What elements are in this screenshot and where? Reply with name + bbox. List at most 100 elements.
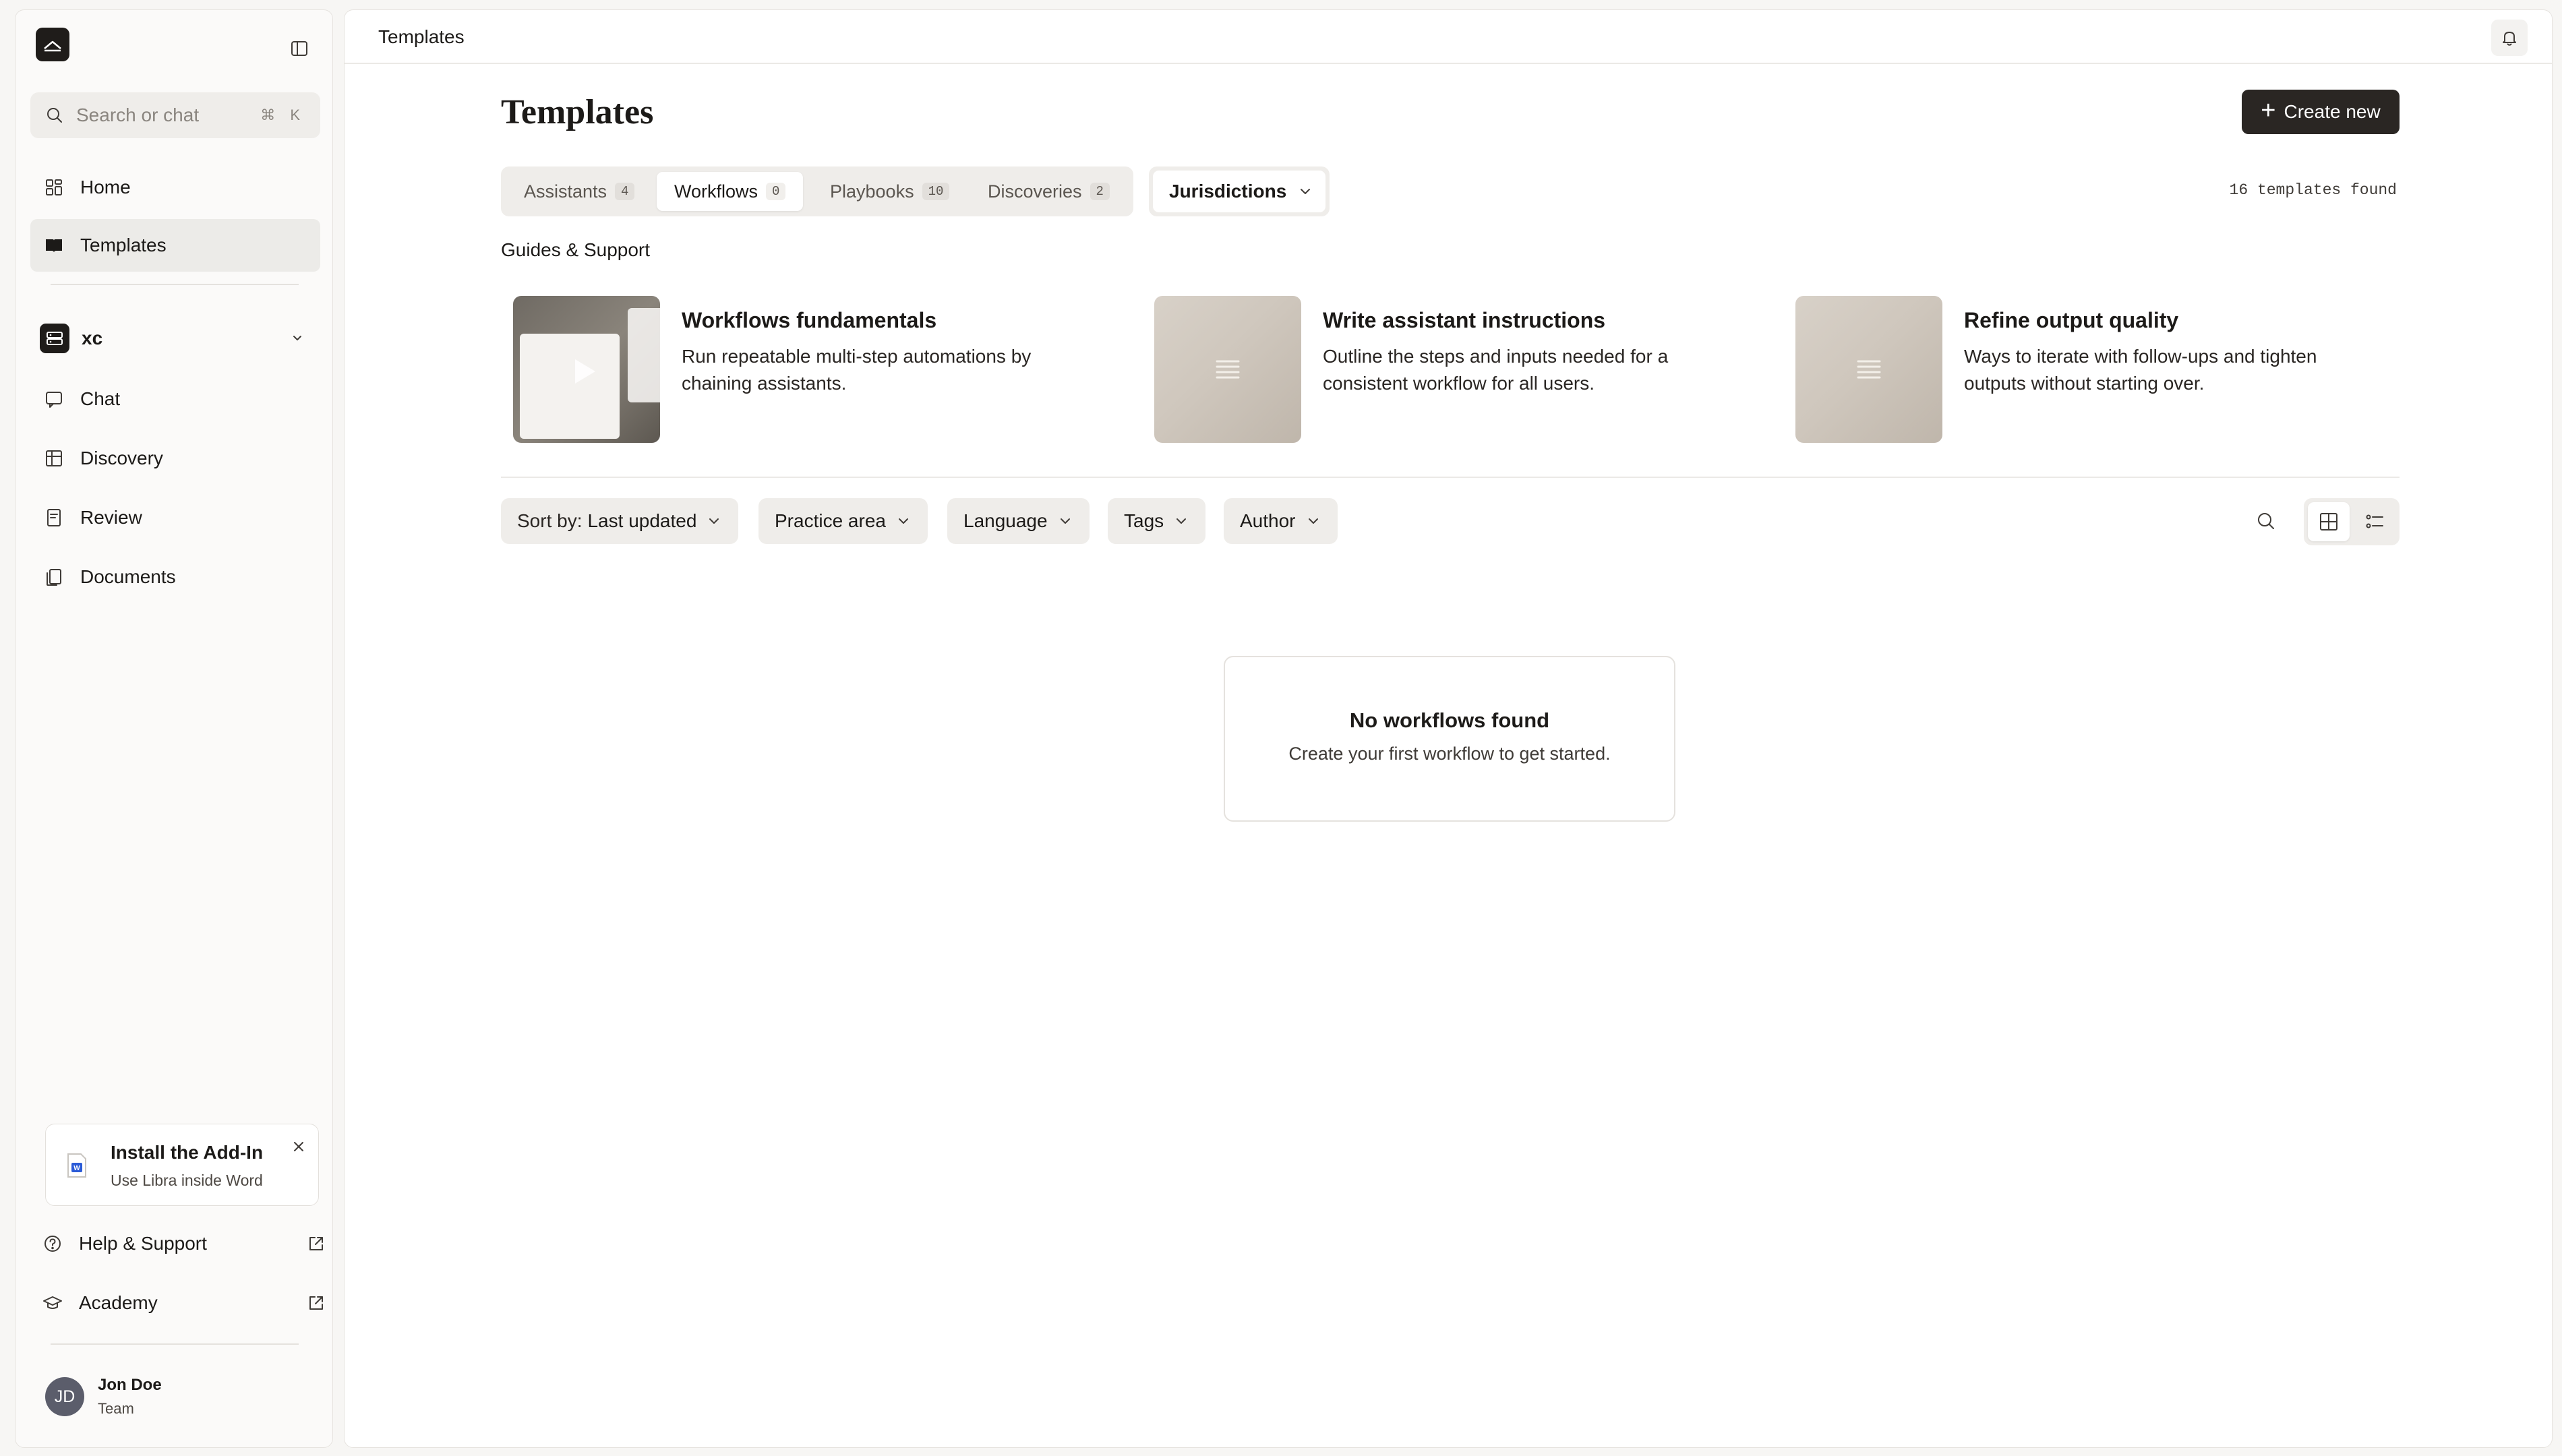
breadcrumb: Templates bbox=[378, 26, 465, 47]
practice-area-label: Practice area bbox=[775, 510, 886, 531]
search-placeholder: Search or chat bbox=[76, 104, 200, 125]
server-icon bbox=[47, 332, 63, 345]
nav-chat[interactable]: Chat bbox=[30, 373, 320, 425]
search-icon bbox=[47, 108, 62, 123]
addin-title: Install the Add-In bbox=[111, 1142, 264, 1163]
empty-state: No workflows found Create your first wor… bbox=[1224, 656, 1675, 822]
nav-templates[interactable]: Templates bbox=[30, 219, 320, 272]
tab-discoveries-label: Discoveries bbox=[988, 181, 1082, 202]
help-support-label: Help & Support bbox=[79, 1233, 207, 1254]
video-thumbnail bbox=[513, 296, 660, 443]
academy-label: Academy bbox=[79, 1292, 158, 1313]
close-icon[interactable] bbox=[291, 1139, 306, 1154]
tags-filter[interactable]: Tags bbox=[1108, 498, 1206, 544]
tab-workflows-count: 0 bbox=[766, 183, 786, 200]
jurisdictions-dropdown[interactable]: Jurisdictions bbox=[1149, 166, 1330, 216]
sidebar-toggle-icon bbox=[291, 41, 307, 56]
plus-icon: + bbox=[2261, 96, 2276, 125]
chevron-down-icon bbox=[293, 336, 301, 340]
nav-documents[interactable]: Documents bbox=[30, 551, 320, 603]
template-type-tabs: Assistants 4 Workflows 0 Playbooks 10 Di… bbox=[501, 166, 1133, 216]
nav-review[interactable]: Review bbox=[30, 491, 320, 544]
nav-discovery[interactable]: Discovery bbox=[30, 432, 320, 485]
chevron-down-icon bbox=[898, 518, 908, 524]
nav-templates-label: Templates bbox=[80, 235, 167, 255]
language-filter[interactable]: Language bbox=[947, 498, 1090, 544]
search-templates-button[interactable] bbox=[2253, 508, 2280, 535]
list-view-button[interactable] bbox=[2354, 502, 2395, 541]
app-logo[interactable] bbox=[36, 28, 69, 61]
guide-card[interactable]: Workflows fundamentals Run repeatable mu… bbox=[513, 296, 1120, 444]
documents-icon bbox=[47, 569, 61, 586]
word-document-icon: W bbox=[67, 1153, 86, 1178]
sort-dropdown[interactable]: Sort by: Last updated bbox=[501, 498, 739, 544]
tab-assistants[interactable]: Assistants 4 bbox=[506, 172, 652, 211]
sidebar-divider bbox=[51, 1343, 299, 1345]
nav-home[interactable]: Home bbox=[30, 161, 320, 214]
workspace-switcher[interactable]: xc bbox=[30, 312, 320, 365]
logo-icon bbox=[44, 40, 61, 52]
guide-card[interactable]: Write assistant instructions Outline the… bbox=[1154, 296, 1761, 444]
results-count: 16 templates found bbox=[2229, 181, 2397, 199]
user-role: Team bbox=[98, 1400, 134, 1417]
jurisdictions-label: Jurisdictions bbox=[1169, 181, 1287, 202]
addin-subtitle: Use Libra inside Word bbox=[111, 1172, 263, 1189]
search-icon bbox=[2258, 513, 2274, 529]
thumbnail-preview bbox=[628, 308, 660, 402]
table-icon bbox=[46, 450, 62, 466]
tab-assistants-count: 4 bbox=[615, 183, 635, 200]
tab-discoveries-count: 2 bbox=[1090, 183, 1110, 200]
home-grid-icon bbox=[46, 179, 62, 195]
sort-value: Last updated bbox=[587, 510, 697, 531]
chevron-down-icon bbox=[1176, 518, 1187, 524]
create-new-button[interactable]: + Create new bbox=[2242, 90, 2400, 134]
addin-promo-card[interactable]: W Install the Add-In Use Libra inside Wo… bbox=[45, 1124, 319, 1206]
tab-playbooks-count: 10 bbox=[922, 183, 950, 200]
search-input[interactable]: Search or chat ⌘ K bbox=[30, 92, 320, 138]
author-filter[interactable]: Author bbox=[1224, 498, 1338, 544]
chat-icon bbox=[46, 392, 62, 408]
collapse-sidebar-button[interactable] bbox=[288, 37, 311, 60]
workspace-name: xc bbox=[82, 328, 103, 348]
nav-review-label: Review bbox=[80, 507, 142, 528]
academy-link[interactable]: Academy bbox=[42, 1283, 326, 1323]
guide-thumbnail bbox=[1154, 296, 1301, 443]
nav-documents-label: Documents bbox=[80, 566, 176, 587]
chevron-down-icon bbox=[1060, 518, 1070, 524]
practice-area-filter[interactable]: Practice area bbox=[758, 498, 928, 544]
chevron-down-icon bbox=[709, 518, 719, 524]
main-panel: Templates Templates + Create new Assista… bbox=[344, 9, 2553, 1448]
grid-view-button[interactable] bbox=[2308, 502, 2350, 541]
section-divider bbox=[501, 477, 2400, 478]
author-label: Author bbox=[1240, 510, 1296, 531]
document-lines-icon bbox=[1216, 360, 1240, 379]
bell-icon bbox=[2503, 32, 2516, 46]
guide-description: Outline the steps and inputs needed for … bbox=[1323, 346, 1669, 394]
guide-title: Workflows fundamentals bbox=[682, 308, 937, 332]
tab-workflows[interactable]: Workflows 0 bbox=[657, 172, 804, 211]
help-support-link[interactable]: Help & Support bbox=[42, 1223, 326, 1264]
chevron-down-icon bbox=[1308, 518, 1318, 524]
user-profile[interactable]: JD Jon Doe Team bbox=[45, 1376, 162, 1418]
shortcut-hint: ⌘ K bbox=[260, 107, 305, 123]
book-open-icon bbox=[46, 239, 62, 252]
guide-description: Run repeatable multi-step automations by… bbox=[682, 346, 1032, 394]
guide-description: Ways to iterate with follow-ups and tigh… bbox=[1964, 346, 2317, 394]
view-toggle bbox=[2304, 498, 2400, 545]
create-new-label: Create new bbox=[2284, 101, 2381, 122]
nav-discovery-label: Discovery bbox=[80, 448, 163, 468]
empty-title: No workflows found bbox=[1349, 708, 1550, 732]
user-name: Jon Doe bbox=[98, 1376, 162, 1394]
thumbnail-preview bbox=[520, 334, 620, 439]
external-link-icon bbox=[309, 1296, 323, 1310]
graduation-cap-icon bbox=[43, 1296, 62, 1309]
empty-subtitle: Create your first workflow to get starte… bbox=[1288, 744, 1611, 764]
list-icon bbox=[2366, 514, 2383, 528]
tab-playbooks[interactable]: Playbooks 10 bbox=[812, 172, 967, 211]
guide-thumbnail bbox=[1795, 296, 1942, 443]
tab-discoveries[interactable]: Discoveries 2 bbox=[970, 172, 1127, 211]
notifications-button[interactable] bbox=[2491, 20, 2528, 56]
guide-title: Write assistant instructions bbox=[1323, 308, 1606, 332]
guide-card[interactable]: Refine output quality Ways to iterate wi… bbox=[1795, 296, 2402, 444]
tags-label: Tags bbox=[1124, 510, 1164, 531]
